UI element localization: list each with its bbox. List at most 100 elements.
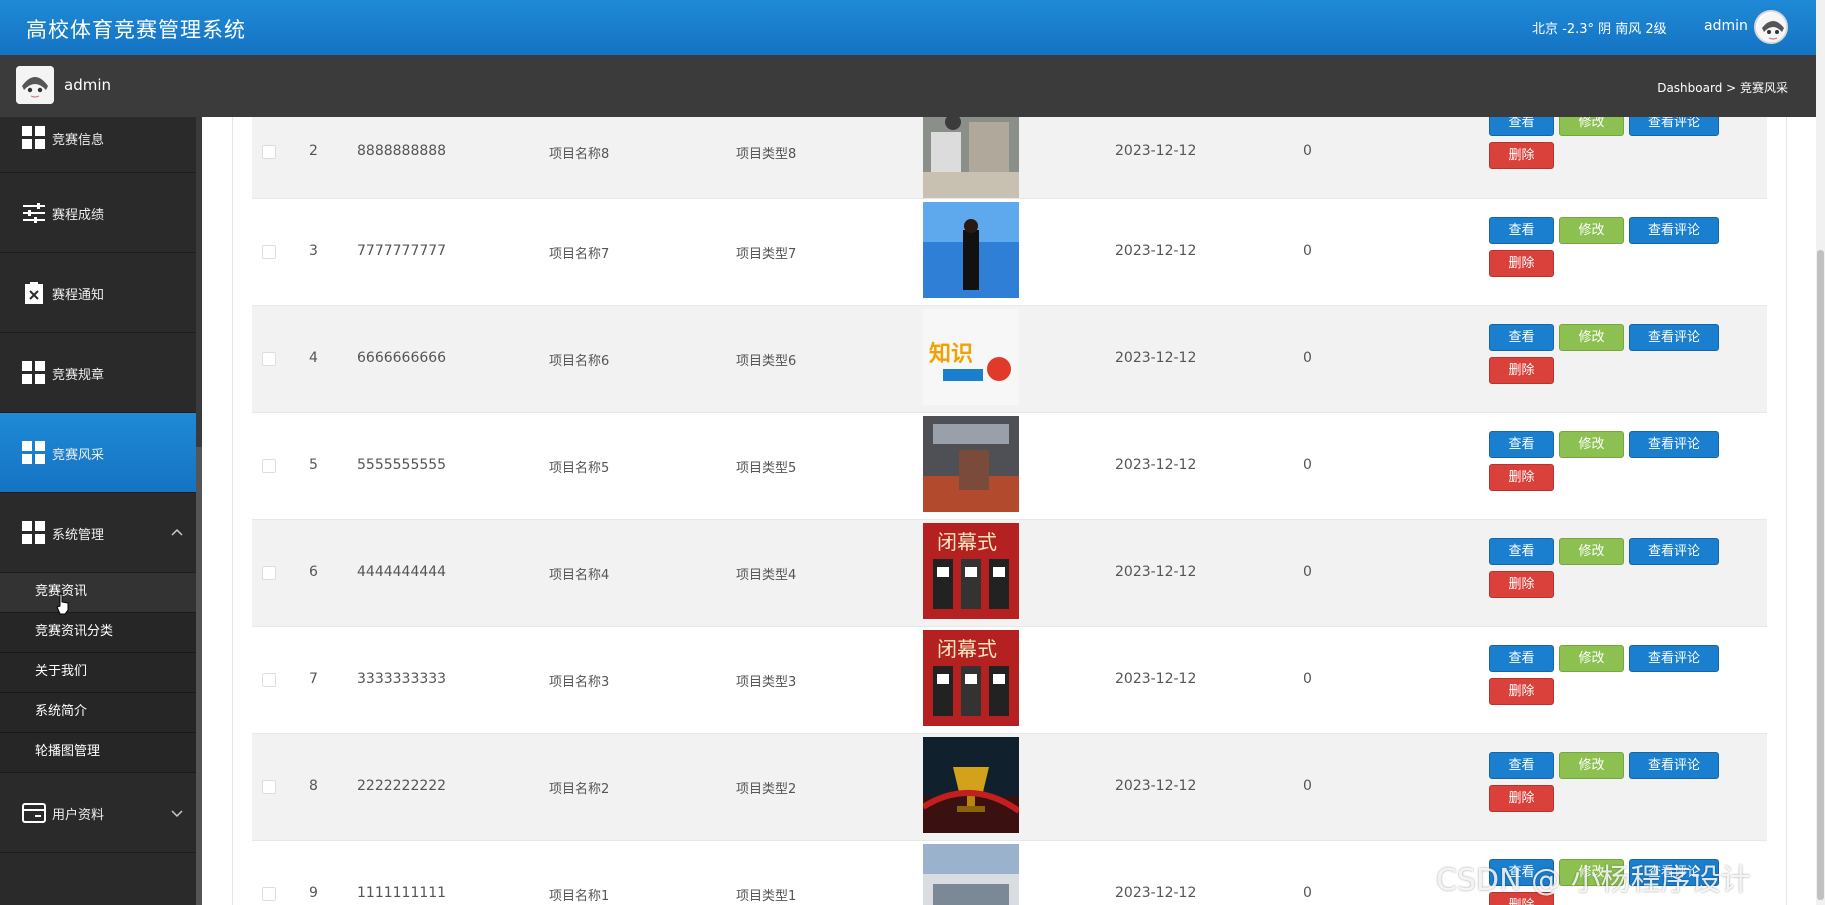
submenu-item-system-intro[interactable]: 系统简介	[0, 693, 202, 733]
row-count: 0	[1303, 671, 1312, 687]
clipboard-icon	[25, 281, 43, 304]
delete-button[interactable]: 删除	[1489, 142, 1554, 169]
row-checkbox[interactable]	[262, 352, 276, 366]
grid-icon	[22, 520, 46, 545]
row-thumbnail	[923, 416, 1019, 512]
row-project-name: 项目名称6	[549, 354, 610, 369]
row-count: 0	[1303, 564, 1312, 580]
sidebar-item-schedule-notice[interactable]: 赛程通知	[0, 253, 202, 333]
view-comments-button[interactable]: 查看评论	[1629, 538, 1719, 565]
row-checkbox[interactable]	[262, 566, 276, 580]
row-date: 2023-12-12	[1115, 457, 1197, 473]
view-button[interactable]: 查看	[1489, 324, 1554, 351]
row-count: 0	[1303, 778, 1312, 794]
sliders-icon	[23, 202, 45, 223]
sidebar-item-label: 竞赛规章	[52, 367, 105, 383]
user-avatar[interactable]	[1754, 10, 1788, 44]
edit-button[interactable]: 修改	[1559, 752, 1624, 779]
row-checkbox[interactable]	[262, 780, 276, 794]
submenu-item-about-us[interactable]: 关于我们	[0, 653, 202, 693]
view-button[interactable]: 查看	[1489, 431, 1554, 458]
sidebar-item-label: 系统管理	[52, 527, 105, 543]
edit-button[interactable]: 修改	[1559, 217, 1624, 244]
table-row: 8 2222222222 项目名称2 项目类型2 2023-12-12 0 查看 修改 查看评论…	[252, 734, 1767, 841]
edit-button[interactable]: 修改	[1559, 645, 1624, 672]
chevron-up-icon	[171, 528, 183, 536]
sidebar-item-system-management[interactable]: 系统管理	[0, 493, 202, 573]
top-header: 高校体育竞赛管理系统 北京 -2.3° 阴 南风 2级 admin	[0, 0, 1816, 55]
submenu-item-carousel[interactable]: 轮播图管理	[0, 733, 202, 773]
row-thumbnail: 知识	[923, 309, 1019, 405]
sidebar-item-showcase[interactable]: 竞赛风采	[0, 413, 202, 493]
row-project-type: 项目类型2	[736, 782, 797, 797]
row-code: 2222222222	[357, 778, 447, 794]
row-number: 7	[309, 671, 318, 687]
row-number: 4	[309, 350, 318, 366]
sidebar-item-schedule-results[interactable]: 赛程成绩	[0, 173, 202, 253]
edit-button[interactable]: 修改	[1559, 538, 1624, 565]
view-comments-button[interactable]: 查看评论	[1629, 217, 1719, 244]
row-project-name: 项目名称4	[549, 568, 610, 583]
row-checkbox[interactable]	[262, 145, 276, 160]
table-row: 7 3333333333 项目名称3 项目类型3 闭幕式 2023-12-12 0 查看 修改查…	[252, 627, 1767, 734]
header-username[interactable]: admin	[1704, 18, 1748, 34]
grid-icon	[22, 440, 46, 465]
view-comments-button[interactable]: 查看评论	[1629, 645, 1719, 672]
row-date: 2023-12-12	[1115, 671, 1197, 687]
view-button[interactable]: 查看	[1489, 645, 1554, 672]
row-project-name: 项目名称7	[549, 247, 610, 262]
row-date: 2023-12-12	[1115, 243, 1197, 259]
sidebar-item-user-profile[interactable]: 用户资料	[0, 773, 202, 853]
sidebar-avatar	[16, 66, 54, 104]
view-comments-button[interactable]: 查看评论	[1629, 752, 1719, 779]
sidebar-scrollbar[interactable]	[196, 117, 202, 905]
row-project-name: 项目名称3	[549, 675, 610, 690]
row-checkbox[interactable]	[262, 459, 276, 473]
row-project-type: 项目类型3	[736, 675, 797, 690]
delete-button[interactable]: 删除	[1489, 785, 1554, 812]
row-thumbnail: 闭幕式	[923, 523, 1019, 619]
sidebar-item-label: 赛程通知	[52, 287, 105, 303]
delete-button[interactable]: 删除	[1489, 678, 1554, 705]
row-code: 4444444444	[357, 564, 447, 580]
sidebar-item-competition-info[interactable]: 竞赛信息	[0, 117, 202, 173]
row-code: 5555555555	[357, 457, 447, 473]
view-button[interactable]: 查看	[1489, 217, 1554, 244]
watermark: CSDN @ 小杨程序设计	[1436, 863, 1751, 898]
svg-text:知识: 知识	[929, 341, 973, 367]
delete-button[interactable]: 删除	[1489, 357, 1554, 384]
delete-button[interactable]: 删除	[1489, 250, 1554, 277]
grid-icon	[22, 360, 46, 385]
row-number: 2	[309, 143, 318, 160]
row-checkbox[interactable]	[262, 245, 276, 259]
row-date: 2023-12-12	[1115, 778, 1197, 794]
sidebar-item-label: 竞赛风采	[52, 447, 105, 463]
row-project-type: 项目类型6	[736, 354, 797, 369]
edit-button[interactable]: 修改	[1559, 431, 1624, 458]
row-project-name: 项目名称8	[549, 147, 610, 163]
table-row: 3 7777777777 项目名称7 项目类型7 2023-12-12 0 查看 修改 查看评论…	[252, 199, 1767, 306]
row-checkbox[interactable]	[262, 887, 276, 901]
submenu-item-news[interactable]: 竞赛资讯	[0, 573, 202, 613]
row-project-type: 项目类型7	[736, 247, 797, 262]
app-title: 高校体育竞赛管理系统	[26, 18, 246, 42]
submenu-item-news-category[interactable]: 竞赛资讯分类	[0, 613, 202, 653]
view-comments-button[interactable]: 查看评论	[1629, 324, 1719, 351]
row-code: 8888888888	[357, 143, 447, 160]
row-code: 7777777777	[357, 243, 447, 259]
chevron-down-icon	[171, 809, 183, 817]
row-checkbox[interactable]	[262, 673, 276, 687]
view-button[interactable]: 查看	[1489, 538, 1554, 565]
delete-button[interactable]: 删除	[1489, 571, 1554, 598]
delete-button[interactable]: 删除	[1489, 464, 1554, 491]
page-scrollbar[interactable]	[1816, 0, 1825, 905]
sidebar-item-rules[interactable]: 竞赛规章	[0, 333, 202, 413]
row-count: 0	[1303, 243, 1312, 259]
edit-button[interactable]: 修改	[1559, 324, 1624, 351]
sidebar-item-label: 用户资料	[52, 807, 105, 823]
row-project-name: 项目名称2	[549, 782, 610, 797]
avatar-icon	[1757, 13, 1786, 42]
view-comments-button[interactable]: 查看评论	[1629, 431, 1719, 458]
view-button[interactable]: 查看	[1489, 752, 1554, 779]
row-count: 0	[1303, 143, 1312, 160]
